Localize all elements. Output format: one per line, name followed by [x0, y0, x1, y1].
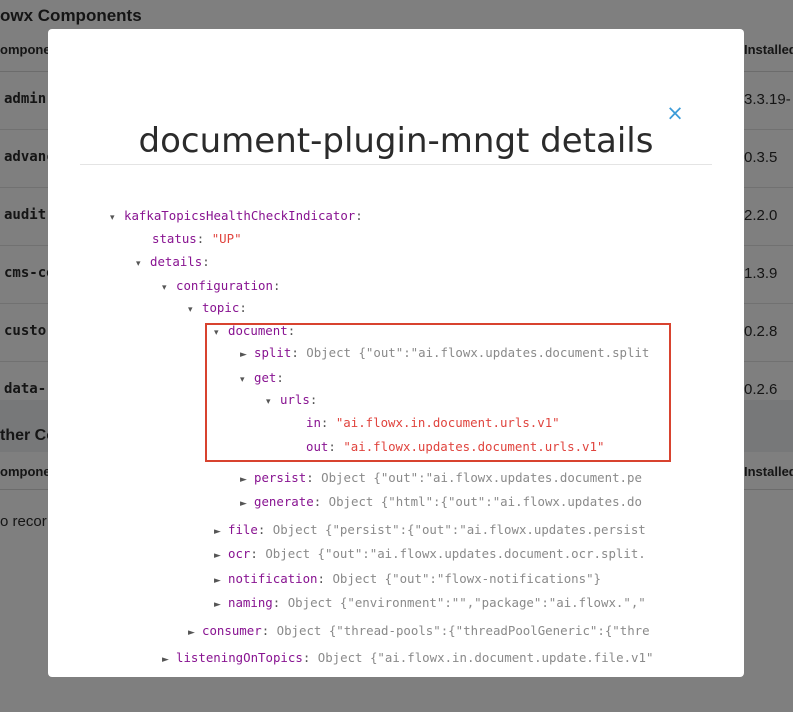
collapsed-arrow-icon[interactable]: ► — [214, 571, 228, 589]
tree-colon: : — [272, 278, 281, 293]
tree-node[interactable]: ▾ configuration: — [162, 276, 670, 296]
tree-key: generate — [254, 494, 314, 509]
tree-node[interactable]: ► generate: Object {"html":{"out":"ai.flo… — [240, 492, 670, 512]
expanded-arrow-icon[interactable]: ▾ — [136, 254, 150, 272]
tree-node[interactable]: ► naming: Object {"environment":"","packa… — [214, 593, 670, 613]
tree-key: consumer — [202, 623, 262, 638]
tree-colon: : — [302, 650, 318, 665]
tree-key: listeningOnTopics — [176, 650, 303, 665]
collapsed-arrow-icon[interactable]: ► — [188, 623, 202, 641]
tree-node[interactable]: ► notification: Object {"out":"flowx-noti… — [214, 569, 670, 589]
tree-node[interactable]: ► file: Object {"persist":{"out":"ai.flow… — [214, 520, 670, 540]
tree-object-preview: Object {"environment":"","package":"ai.f… — [287, 595, 646, 610]
tree-object-preview: Object {"out":"ai.flowx.updates.document… — [321, 470, 642, 485]
tree-object-preview: Object {"persist":{"out":"ai.flowx.updat… — [272, 522, 646, 537]
highlight-box — [205, 323, 671, 462]
tree-object-preview: Object {"ai.flowx.in.document.update.fil… — [317, 650, 654, 665]
tree-key: file — [228, 522, 258, 537]
tree-node[interactable]: ► persist: Object {"out":"ai.flowx.update… — [240, 468, 670, 488]
tree-colon: : — [250, 546, 266, 561]
tree-key: details — [150, 254, 203, 269]
tree-node[interactable]: ▾ kafkaTopicsHealthCheckIndicator: — [110, 206, 670, 226]
tree-colon: : — [355, 208, 363, 223]
tree-colon: : — [196, 231, 212, 246]
tree-object-preview: Object {"html":{"out":"ai.flowx.updates.… — [328, 494, 642, 509]
tree-object-preview: Object {"out":"flowx-notifications"} — [332, 571, 602, 586]
tree-key: topic — [202, 300, 240, 315]
tree-colon: : — [317, 571, 333, 586]
tree-node[interactable]: ► listeningOnTopics: Object {"ai.flowx.in… — [162, 648, 670, 668]
collapsed-arrow-icon[interactable]: ► — [162, 650, 176, 668]
tree-node[interactable]: ► ocr: Object {"out":"ai.flowx.updates.do… — [214, 544, 670, 564]
tree-node[interactable]: ▾ details: — [136, 252, 670, 272]
tree-colon: : — [272, 595, 288, 610]
tree-key: configuration — [176, 278, 273, 293]
tree-colon: : — [261, 623, 277, 638]
tree-object-preview: Object {"out":"ai.flowx.updates.document… — [265, 546, 646, 561]
tree-colon: : — [257, 522, 273, 537]
tree-key: kafkaTopicsHealthCheckIndicator — [124, 208, 356, 223]
tree-string-value: "UP" — [211, 231, 242, 246]
tree-node: status: "UP" — [152, 229, 670, 249]
collapsed-arrow-icon[interactable]: ► — [214, 522, 228, 540]
tree-key: notification — [228, 571, 318, 586]
tree-colon: : — [306, 470, 322, 485]
collapsed-arrow-icon[interactable]: ► — [240, 494, 254, 512]
tree-key: status — [152, 231, 197, 246]
expanded-arrow-icon[interactable]: ▾ — [162, 278, 176, 296]
tree-node[interactable]: ▾ topic: — [188, 298, 670, 318]
tree-colon: : — [313, 494, 329, 509]
tree-colon: : — [239, 300, 247, 315]
collapsed-arrow-icon[interactable]: ► — [240, 470, 254, 488]
details-modal: document-plugin-mngt details × ▾ kafkaTop… — [48, 29, 744, 677]
tree-colon: : — [202, 254, 210, 269]
expanded-arrow-icon[interactable]: ▾ — [110, 208, 124, 226]
collapsed-arrow-icon[interactable]: ► — [214, 595, 228, 613]
collapsed-arrow-icon[interactable]: ► — [214, 546, 228, 564]
tree-node[interactable]: ► consumer: Object {"thread-pools":{"thre… — [188, 621, 670, 641]
expanded-arrow-icon[interactable]: ▾ — [188, 300, 202, 318]
tree-key: ocr — [228, 546, 251, 561]
tree-object-preview: Object {"thread-pools":{"threadPoolGener… — [276, 623, 650, 638]
tree-key: naming — [228, 595, 273, 610]
tree-key: persist — [254, 470, 307, 485]
